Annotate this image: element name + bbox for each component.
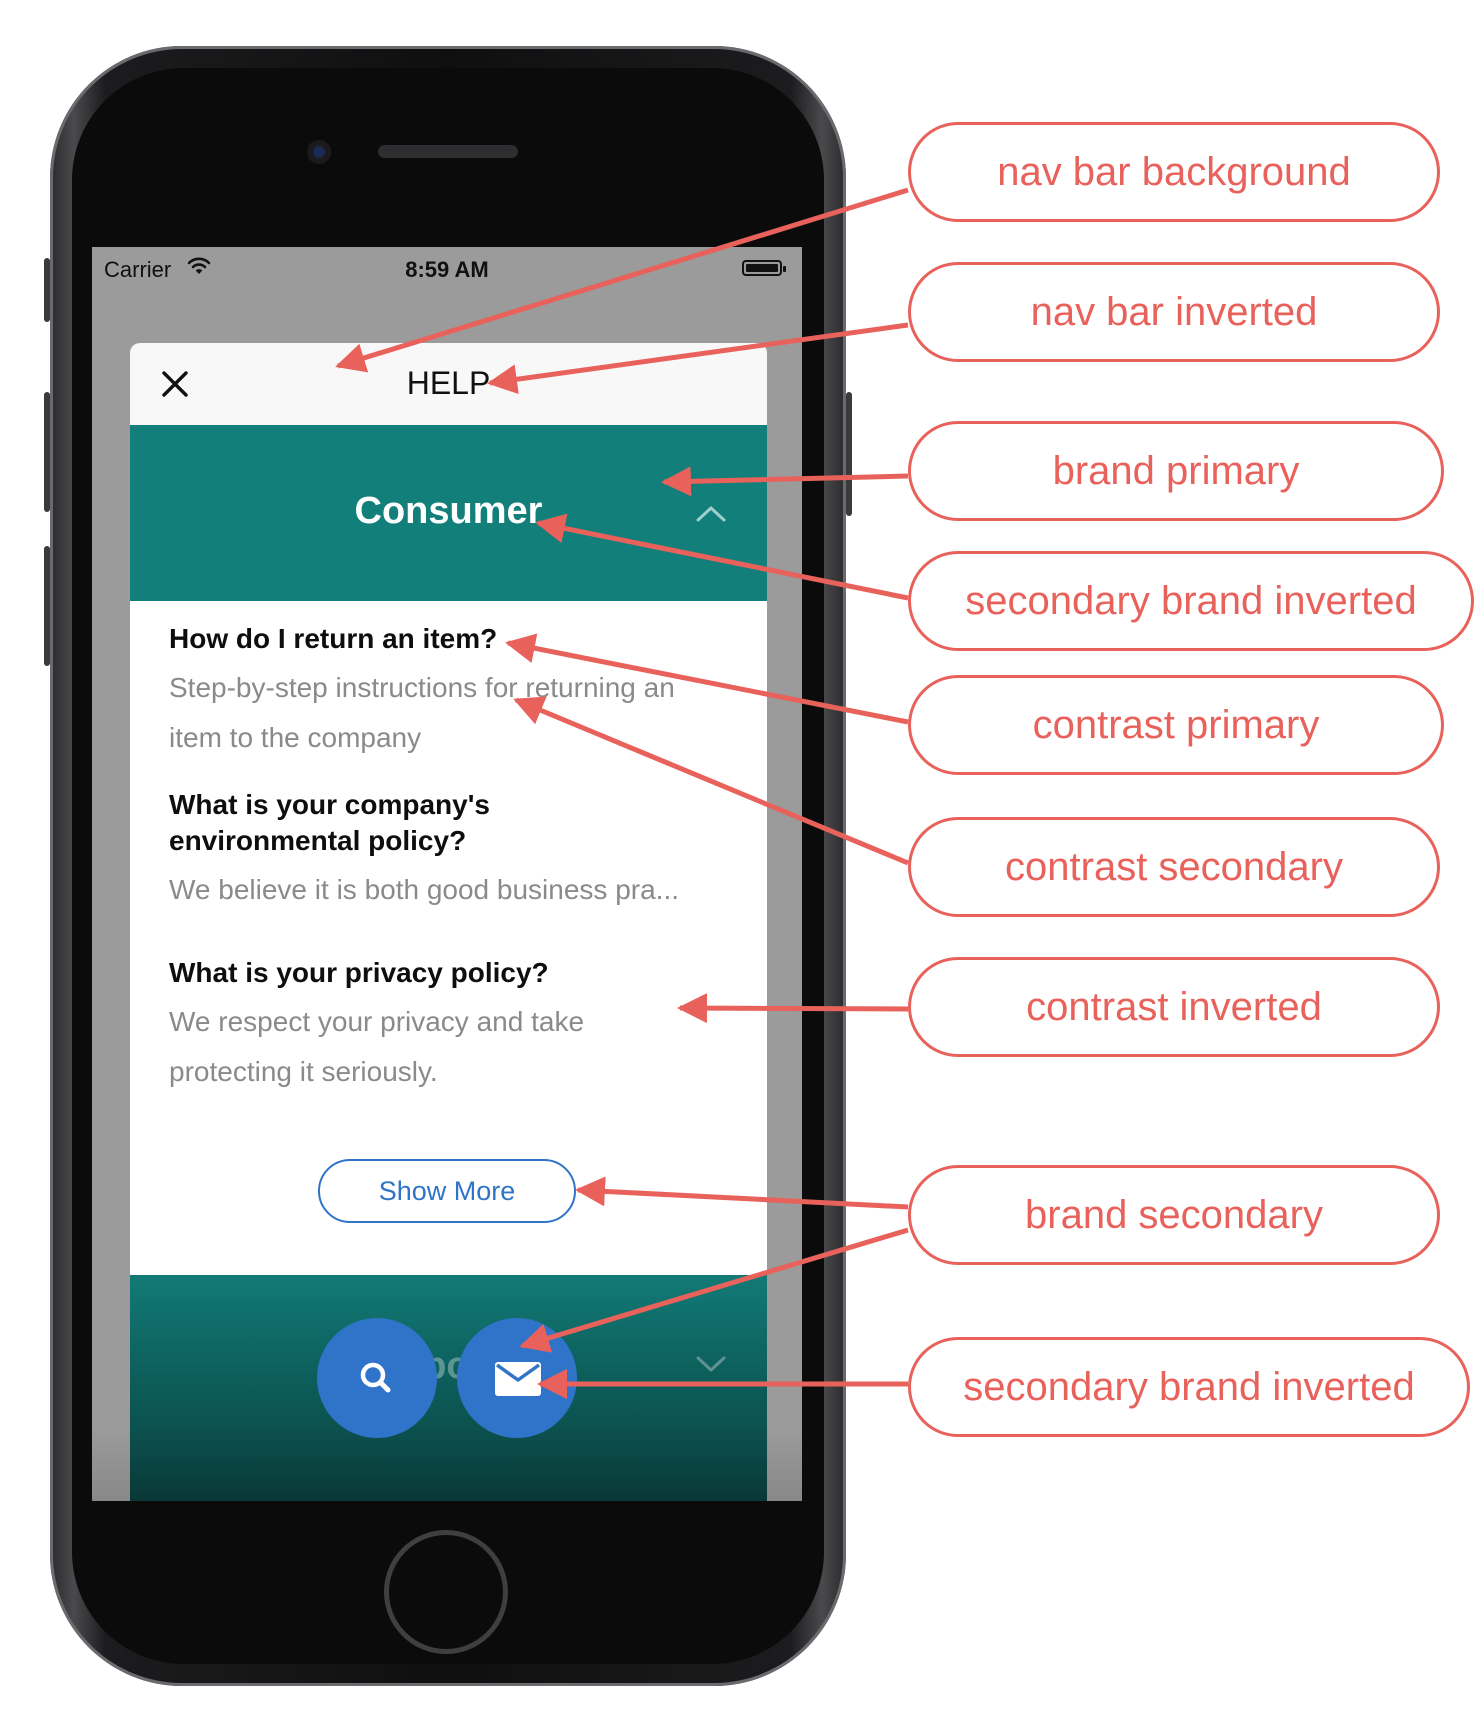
section-title: Consumer	[354, 490, 543, 532]
show-more-button[interactable]: Show More	[318, 1159, 576, 1223]
home-button[interactable]	[384, 1530, 508, 1654]
mail-icon	[495, 1362, 541, 1396]
section-title: Corporate	[357, 1345, 540, 1387]
front-camera	[307, 140, 331, 164]
callout-contrast-secondary: contrast secondary	[908, 817, 1440, 917]
callout-brand-primary: brand primary	[908, 421, 1444, 521]
status-bar: Carrier 8:59 AM	[92, 247, 802, 291]
phone-screen: Carrier 8:59 AM HELP Consumer How do I r…	[92, 247, 802, 1501]
faq-question: What is your privacy policy?	[169, 957, 549, 988]
help-modal: HELP Consumer How do I return an item? S…	[130, 343, 767, 1501]
faq-item[interactable]: What is your privacy policy? We respect …	[169, 955, 739, 1097]
earpiece-speaker	[378, 145, 518, 158]
callout-nav-bar-inverted: nav bar inverted	[908, 262, 1440, 362]
volume-up-button	[44, 392, 50, 512]
status-time: 8:59 AM	[405, 257, 489, 282]
section-header-corporate[interactable]: Corporate	[130, 1275, 767, 1501]
faq-list: How do I return an item? Step-by-step in…	[130, 601, 767, 1275]
callout-secondary-brand-inverted-2: secondary brand inverted	[908, 1337, 1470, 1437]
faq-item[interactable]: How do I return an item? Step-by-step in…	[169, 621, 739, 763]
search-icon	[360, 1362, 391, 1393]
chevron-up-icon	[696, 506, 726, 522]
section-header-consumer[interactable]: Consumer	[130, 425, 767, 601]
callout-nav-bar-background: nav bar background	[908, 122, 1440, 222]
faq-item[interactable]: What is your company's environmental pol…	[169, 787, 739, 915]
battery-icon	[742, 260, 786, 276]
callout-contrast-inverted: contrast inverted	[908, 957, 1440, 1057]
faq-answer: We respect your privacy and take protect…	[169, 1006, 585, 1087]
faq-question: What is your company's environmental pol…	[169, 789, 490, 856]
chevron-down-icon	[696, 1356, 726, 1372]
faq-answer: We believe it is both good business pra.…	[169, 874, 680, 905]
callout-secondary-brand-inverted: secondary brand inverted	[908, 551, 1474, 651]
faq-answer: Step-by-step instructions for returning …	[169, 672, 675, 753]
nav-bar: HELP	[130, 343, 767, 425]
callout-brand-secondary: brand secondary	[908, 1165, 1440, 1265]
search-fab-button[interactable]	[317, 1318, 437, 1438]
email-fab-button[interactable]	[457, 1318, 577, 1438]
mute-switch	[44, 258, 50, 322]
volume-down-button	[44, 546, 50, 666]
faq-question: How do I return an item?	[169, 623, 498, 654]
power-button	[846, 392, 852, 516]
callout-contrast-primary: contrast primary	[908, 675, 1444, 775]
nav-title: HELP	[406, 365, 491, 401]
